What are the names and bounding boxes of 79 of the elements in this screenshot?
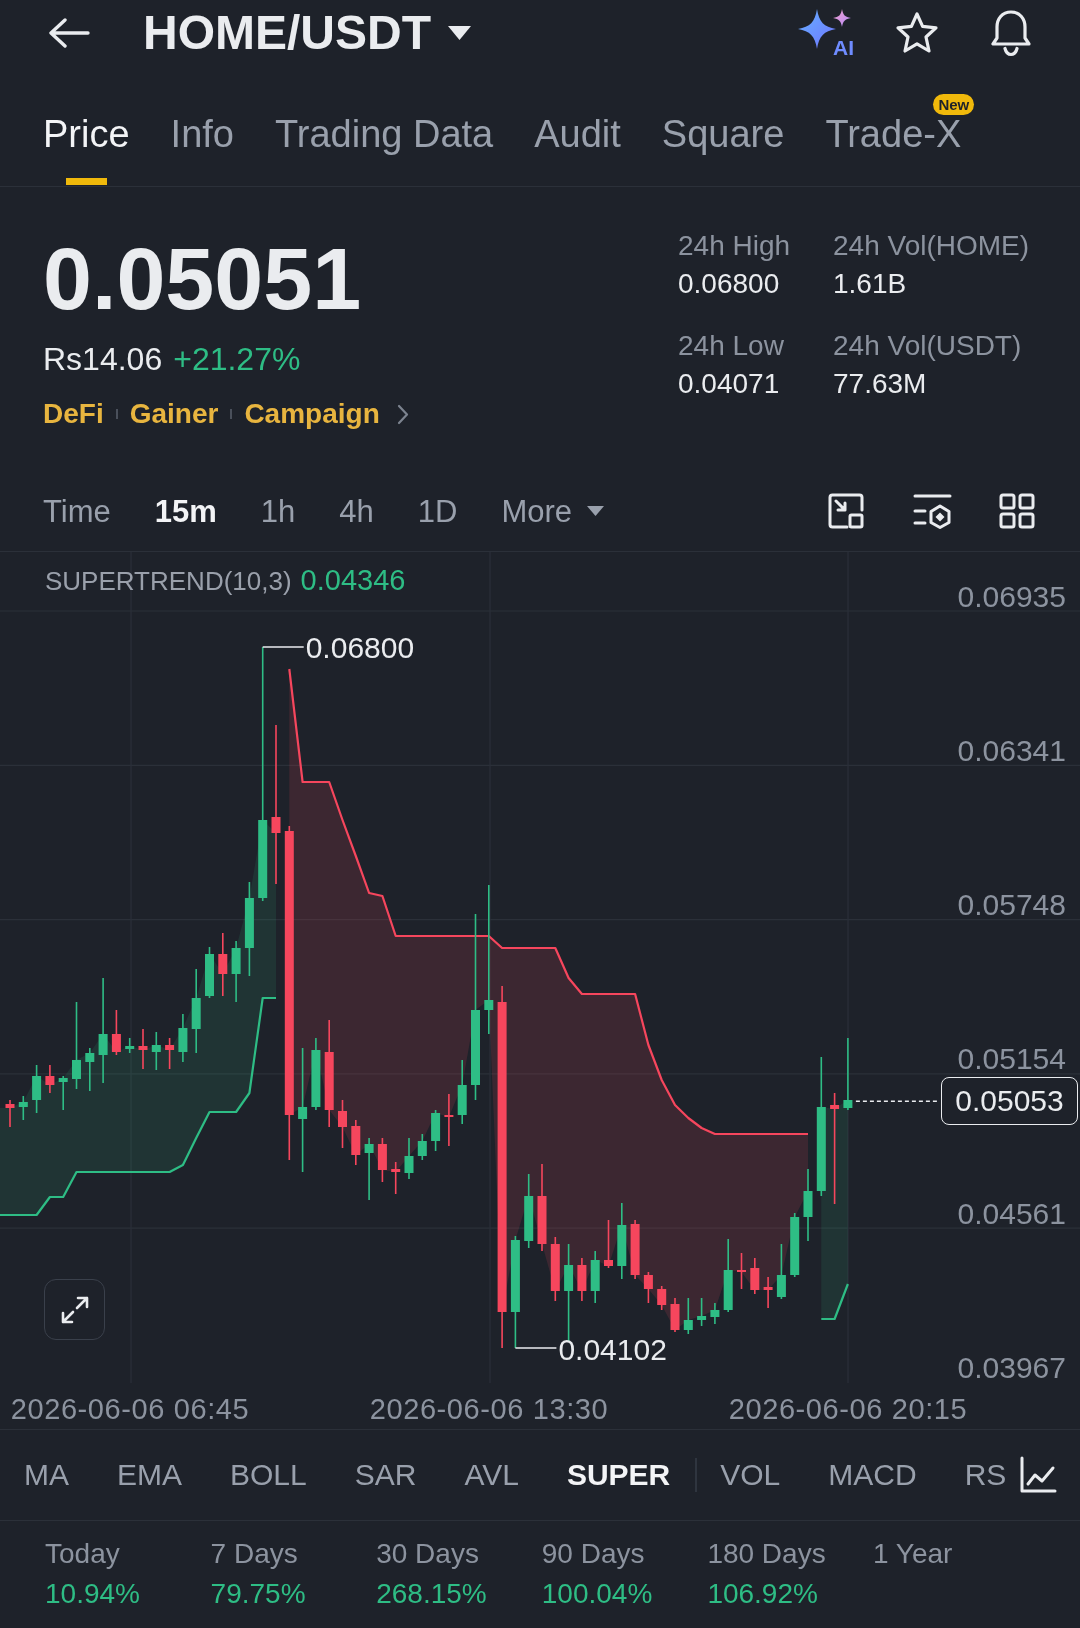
period-label: 7 Days <box>210 1540 299 1568</box>
nav-tab[interactable]: Trading Data <box>274 115 494 153</box>
period-change: 79.75% <box>210 1580 307 1608</box>
period-change: 10.94% <box>45 1580 141 1608</box>
price-axis-label: 0.05154 <box>957 1042 1066 1076</box>
high-price-label: 0.06800 <box>305 630 415 664</box>
stat-value: 0.04071 <box>678 370 781 398</box>
stat-label: 24h Vol(HOME) <box>833 232 1030 260</box>
tab-underline <box>65 178 107 185</box>
frame-arrow-icon[interactable] <box>828 493 864 529</box>
indicator-tab[interactable]: RS <box>964 1460 1007 1490</box>
nav-tab[interactable]: Audit <box>534 115 621 153</box>
period-label: 1 Year <box>872 1540 954 1568</box>
stat-value: 1.61B <box>833 270 908 298</box>
indicator-tab[interactable]: AVL <box>464 1460 519 1490</box>
low-leader-line <box>515 1347 557 1349</box>
low-price-label: 0.04102 <box>558 1332 667 1366</box>
time-axis-label: 2026-06-06 06:45 <box>10 1394 250 1424</box>
star-icon[interactable] <box>894 11 940 55</box>
indicator-tab[interactable]: MACD <box>828 1460 917 1490</box>
price-axis-label: 0.06341 <box>957 733 1066 767</box>
period-label: 90 Days <box>541 1540 646 1568</box>
chevron-right-icon[interactable] <box>396 403 409 425</box>
nav-tab[interactable]: Square <box>661 115 785 153</box>
timeframe-tab[interactable]: 1D <box>417 495 458 527</box>
indicator-value: 0.04346 <box>300 566 406 595</box>
indicator-tab[interactable]: SAR <box>354 1460 417 1490</box>
timeframe-tab[interactable]: 1h <box>260 495 296 527</box>
ai-button[interactable]: AI <box>798 8 854 58</box>
pair-title[interactable]: HOME/USDT <box>143 9 431 57</box>
stat-value: 0.06800 <box>678 270 781 298</box>
stat-label: 24h Low <box>678 332 785 360</box>
period-label: 30 Days <box>376 1540 480 1568</box>
indicator-tab[interactable]: MA <box>24 1460 69 1490</box>
new-badge: New <box>933 94 975 115</box>
period-change: 100.04% <box>541 1580 654 1608</box>
price-axis-label: 0.05748 <box>957 888 1066 922</box>
timeframe-tab[interactable]: Time <box>43 495 111 527</box>
price-axis-label: 0.06935 <box>957 579 1066 613</box>
expand-icon <box>59 1294 90 1325</box>
fiat-price: Rs14.06 <box>43 343 163 375</box>
stat-label: 24h High <box>678 232 792 260</box>
indicator-name: SUPERTREND(10,3) <box>45 567 292 594</box>
price-change: +21.27% <box>173 343 301 375</box>
tag-link[interactable]: DeFi <box>43 400 104 428</box>
nav-tab[interactable]: Info <box>170 115 234 153</box>
price-axis-label: 0.04561 <box>957 1196 1066 1230</box>
nav-tab[interactable]: Price <box>43 115 130 153</box>
line-chart-icon[interactable] <box>1019 1456 1057 1494</box>
high-leader-line <box>262 646 304 648</box>
price-axis-label: 0.03967 <box>957 1351 1066 1383</box>
list-hexagon-icon[interactable] <box>913 493 952 529</box>
period-label: Today <box>45 1540 121 1568</box>
expand-button[interactable] <box>44 1279 105 1340</box>
caret-down-icon <box>587 506 605 516</box>
last-price: 0.05051 <box>43 235 363 323</box>
period-label: 180 Days <box>707 1540 827 1568</box>
nav-tab[interactable]: Trade-X <box>825 115 962 153</box>
stat-label: 24h Vol(USDT) <box>833 332 1023 360</box>
supertrend-up-line <box>821 1283 849 1321</box>
timeframe-tab[interactable]: 4h <box>339 495 374 527</box>
period-change: 106.92% <box>707 1580 819 1608</box>
caret-down-icon[interactable] <box>448 26 471 40</box>
bell-icon[interactable] <box>988 9 1034 57</box>
timeframe-tab[interactable]: 15m <box>154 495 217 527</box>
indicator-tab[interactable]: SUPER <box>566 1460 671 1490</box>
tag-link[interactable]: Campaign <box>244 400 380 428</box>
grid-icon[interactable] <box>999 493 1035 529</box>
time-axis-label: 2026-06-06 13:30 <box>369 1394 609 1424</box>
period-change: 268.15% <box>376 1580 488 1608</box>
stat-value: 77.63M <box>833 370 928 398</box>
more-dropdown[interactable]: More <box>501 495 605 527</box>
last-price-tag: 0.05053 <box>941 1077 1078 1125</box>
indicator-tab[interactable]: EMA <box>117 1460 182 1490</box>
back-arrow-icon[interactable] <box>48 18 90 48</box>
time-axis-label: 2026-06-06 20:15 <box>728 1394 968 1424</box>
indicator-tab[interactable]: VOL <box>720 1460 781 1490</box>
tag-link[interactable]: Gainer <box>129 400 219 428</box>
indicator-tab[interactable]: BOLL <box>230 1460 307 1490</box>
